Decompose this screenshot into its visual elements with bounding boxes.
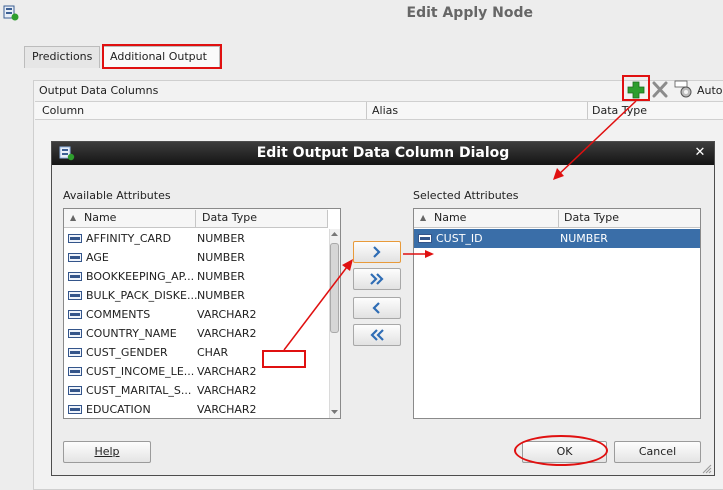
chevron-left-icon: [372, 302, 380, 314]
attribute-data-type: NUMBER: [197, 289, 245, 302]
scroll-up-icon[interactable]: [329, 229, 340, 239]
selected-attributes-label: Selected Attributes: [413, 189, 519, 202]
auto-label[interactable]: Auto: [697, 84, 723, 97]
window-title: Edit Apply Node: [406, 5, 533, 21]
attribute-data-type: NUMBER: [197, 251, 245, 264]
available-attributes-label: Available Attributes: [63, 189, 171, 202]
move-selected-left-button[interactable]: [353, 297, 401, 319]
table-row[interactable]: CUST_ID NUMBER: [414, 229, 700, 248]
column-header-alias[interactable]: Alias: [372, 104, 398, 117]
attribute-data-type: NUMBER: [197, 270, 245, 283]
move-all-right-button[interactable]: [353, 268, 401, 290]
xyz-type-icon: [68, 272, 82, 281]
table-row[interactable]: BULK_PACK_DISKE... NUMBER: [64, 286, 328, 305]
attribute-data-type: VARCHAR2: [197, 308, 257, 321]
selected-table-header: ▲ Name Data Type: [414, 209, 700, 228]
column-header-name[interactable]: Name: [434, 209, 466, 228]
attribute-name: COMMENTS: [86, 308, 151, 321]
xyz-type-icon: [68, 348, 82, 357]
attribute-data-type: VARCHAR2: [197, 365, 257, 378]
xyz-type-icon: [68, 405, 82, 414]
move-all-left-button[interactable]: [353, 324, 401, 346]
annotation-box-tab: [102, 44, 222, 69]
table-row[interactable]: BOOKKEEPING_AP... NUMBER: [64, 267, 328, 286]
attribute-name: COUNTRY_NAME: [86, 327, 177, 340]
annotation-box: [262, 350, 306, 368]
header-separator: [587, 102, 588, 119]
attribute-name: CUST_GENDER: [86, 346, 168, 359]
annotation-box-add: [622, 75, 650, 101]
header-separator: [366, 102, 367, 119]
scrollbar-thumb[interactable]: [330, 243, 339, 333]
double-chevron-right-icon: [370, 273, 384, 285]
annotation-ellipse-ok: [514, 435, 608, 466]
attribute-data-type: VARCHAR2: [197, 327, 257, 340]
header-separator: [195, 210, 196, 227]
sort-ascending-icon: ▲: [420, 213, 427, 222]
gear-icon[interactable]: [674, 80, 694, 99]
scroll-down-icon[interactable]: [329, 407, 340, 417]
table-row[interactable]: COUNTRY_NAME VARCHAR2: [64, 324, 328, 343]
table-row[interactable]: CUST_MARITAL_S... VARCHAR2: [64, 381, 328, 400]
selected-attributes-table[interactable]: ▲ Name Data Type CUST_ID NUMBER: [413, 208, 701, 419]
attribute-name: CUST_ID: [436, 232, 483, 245]
resize-grip-icon[interactable]: [702, 464, 712, 474]
sort-ascending-icon: ▲: [70, 213, 77, 222]
attribute-name: CUST_MARITAL_S...: [86, 384, 192, 397]
move-selected-right-button[interactable]: [353, 241, 401, 263]
table-row[interactable]: EDUCATION VARCHAR2: [64, 400, 328, 418]
column-header-data-type[interactable]: Data Type: [592, 104, 647, 117]
dialog-title: Edit Output Data Column Dialog: [256, 145, 510, 161]
xyz-type-icon: [68, 253, 82, 262]
xyz-type-icon: [68, 310, 82, 319]
tab-predictions[interactable]: Predictions: [24, 46, 100, 68]
xyz-type-icon: [68, 329, 82, 338]
chevron-right-icon: [373, 246, 381, 258]
xyz-type-icon: [68, 386, 82, 395]
help-button[interactable]: Help: [63, 441, 151, 463]
header-separator: [327, 210, 328, 227]
attribute-name: AGE: [86, 251, 109, 264]
header-separator: [558, 210, 559, 227]
cancel-button[interactable]: Cancel: [614, 441, 701, 463]
table-row[interactable]: COMMENTS VARCHAR2: [64, 305, 328, 324]
dialog-titlebar[interactable]: Edit Output Data Column Dialog ✕: [52, 142, 714, 165]
attribute-name: CUST_INCOME_LE...: [86, 365, 195, 378]
attribute-name: AFFINITY_CARD: [86, 232, 172, 245]
attribute-data-type: CHAR: [197, 346, 229, 359]
attribute-name: EDUCATION: [86, 403, 151, 416]
output-data-columns-label: Output Data Columns: [39, 84, 159, 97]
table-row[interactable]: AFFINITY_CARD NUMBER: [64, 229, 328, 248]
attribute-name: BULK_PACK_DISKE...: [86, 289, 198, 302]
available-attributes-table[interactable]: ▲ Name Data Type AFFINITY_CARD NUMBER AGE N…: [63, 208, 341, 419]
xyz-type-icon: [68, 234, 82, 243]
column-header-data-type[interactable]: Data Type: [202, 209, 257, 228]
column-header-name[interactable]: Name: [84, 209, 116, 228]
edit-output-column-dialog: Edit Output Data Column Dialog ✕ Availab…: [51, 141, 715, 476]
attribute-data-type: VARCHAR2: [197, 384, 257, 397]
attribute-data-type: VARCHAR2: [197, 403, 257, 416]
help-button-label: Help: [94, 445, 120, 458]
column-header-data-type[interactable]: Data Type: [564, 209, 619, 228]
attribute-name: BOOKKEEPING_AP...: [86, 270, 195, 283]
xyz-type-icon: [418, 234, 432, 243]
attribute-data-type: NUMBER: [197, 232, 245, 245]
xyz-type-icon: [68, 291, 82, 300]
available-table-header: ▲ Name Data Type: [64, 209, 328, 228]
x-icon[interactable]: [650, 80, 670, 99]
attribute-data-type: NUMBER: [560, 232, 608, 245]
close-icon[interactable]: ✕: [692, 145, 708, 161]
xyz-type-icon: [68, 367, 82, 376]
table-row[interactable]: AGE NUMBER: [64, 248, 328, 267]
column-header-column[interactable]: Column: [42, 104, 84, 117]
double-chevron-left-icon: [370, 329, 384, 341]
